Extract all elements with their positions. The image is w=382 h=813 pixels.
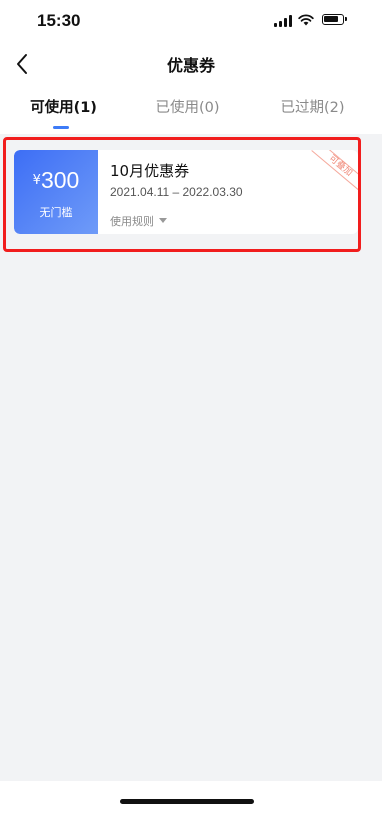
status-time: 15:30 [37,11,81,30]
wifi-icon [298,14,314,26]
page-title: 优惠券 [166,56,215,75]
battery-icon [322,14,347,25]
tab-available[interactable]: 可使用(1) [0,96,127,117]
selection-highlight [3,137,361,252]
tab-used[interactable]: 已使用(0) [124,96,251,117]
signal-icon [274,15,292,27]
bottom-bar [0,781,382,813]
tab-bar: 可使用(1) 已使用(0) 已过期(2) [0,88,382,132]
status-bar: 15:30 [0,0,382,44]
tab-expired[interactable]: 已过期(2) [249,96,376,117]
tab-indicator [53,126,69,129]
nav-bar: 优惠券 [0,44,382,84]
home-indicator [120,799,254,804]
